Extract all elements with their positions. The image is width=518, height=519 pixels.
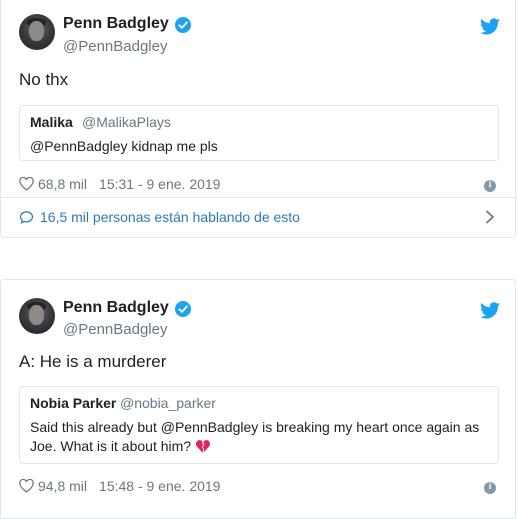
quote-text-line: Said this already but @PennBadgley is br… [30, 419, 480, 435]
avatar[interactable] [19, 298, 55, 334]
author-name[interactable]: Penn Badgley [63, 15, 169, 33]
conversation-link[interactable]: 16,5 mil personas están hablando de esto [19, 209, 300, 225]
divider [1, 197, 517, 198]
quoted-tweet[interactable]: Nobia Parker @nobia_parker Said this alr… [19, 386, 499, 464]
quote-text: Said this already but @PennBadgley is br… [30, 418, 492, 456]
chevron-right-icon[interactable] [485, 210, 495, 224]
reply-bubble-icon [19, 210, 34, 224]
quote-text-line: Joe. What is it about him? [30, 438, 192, 454]
like-count[interactable]: 94,8 mil [38, 478, 87, 494]
tweet-meta: 68,8 mil 15:31 - 9 ene. 2019 [19, 176, 220, 192]
tweet-text: No thx [19, 70, 69, 89]
verified-badge-icon [175, 17, 191, 33]
conversation-label: 16,5 mil personas están hablando de esto [40, 209, 300, 225]
tweet-timestamp[interactable]: 15:31 - 9 ene. 2019 [99, 176, 220, 192]
quote-author-handle: @nobia_parker [120, 395, 216, 411]
info-icon[interactable] [484, 179, 496, 192]
quote-text: @PennBadgley kidnap me pls [30, 138, 218, 154]
quoted-tweet[interactable]: Malika @MalikaPlays @PennBadgley kidnap … [19, 105, 499, 161]
tweet-text: A: He is a murderer [19, 352, 167, 371]
verified-badge-icon [175, 301, 191, 317]
author-handle[interactable]: @PennBadgley [63, 38, 167, 55]
tweet-card: Penn Badgley @PennBadgley No thx Malika … [0, 0, 517, 238]
heart-icon[interactable] [19, 177, 34, 191]
tweet-meta: 94,8 mil 15:48 - 9 ene. 2019 [19, 478, 220, 494]
author-handle[interactable]: @PennBadgley [63, 321, 167, 338]
author-name[interactable]: Penn Badgley [63, 299, 169, 317]
quote-author-handle: @MalikaPlays [82, 114, 171, 130]
twitter-bird-icon[interactable] [480, 302, 500, 319]
tweet-timestamp[interactable]: 15:48 - 9 ene. 2019 [99, 478, 220, 494]
heart-icon[interactable] [19, 479, 34, 493]
quote-author-name: Malika [30, 114, 73, 130]
like-count[interactable]: 68,8 mil [38, 176, 87, 192]
tweet-card: Penn Badgley @PennBadgley A: He is a mur… [0, 279, 516, 519]
info-icon[interactable] [484, 481, 496, 494]
twitter-bird-icon[interactable] [480, 18, 500, 35]
quote-author-name: Nobia Parker [30, 395, 117, 411]
avatar[interactable] [19, 14, 55, 50]
broken-heart-icon [196, 440, 211, 453]
